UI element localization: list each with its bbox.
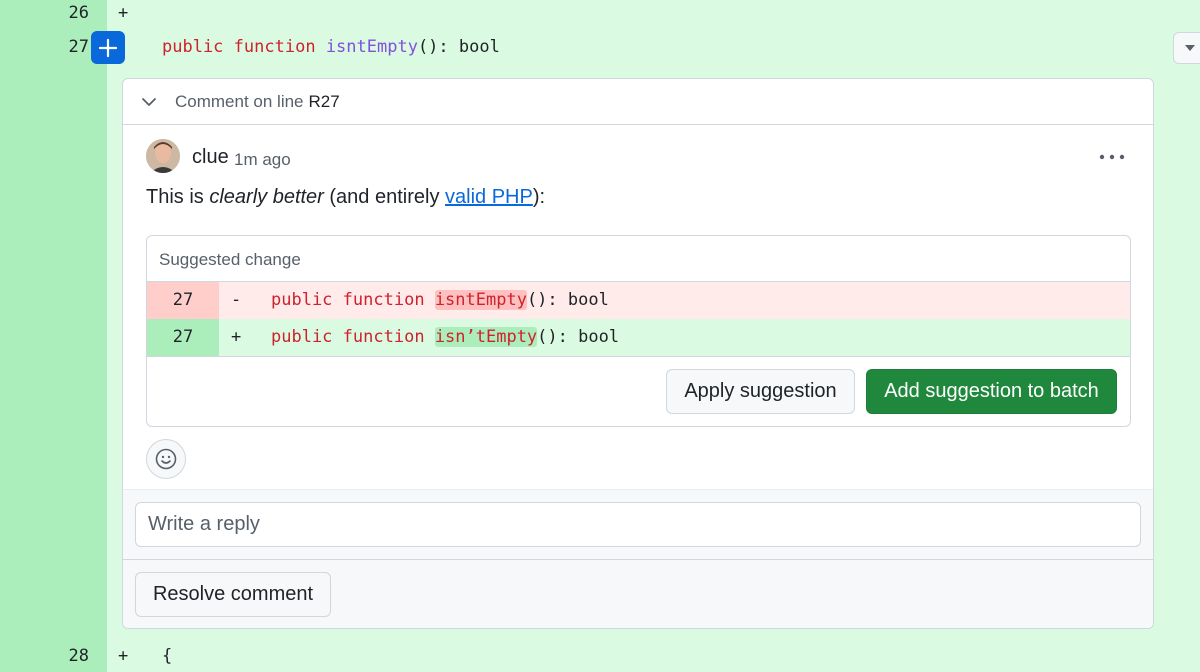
comment-timestamp[interactable]: 1m ago xyxy=(234,150,291,170)
thread-header-label: Comment on line xyxy=(175,91,304,111)
diff-line-27: 27 public function isntEmpty(): bool xyxy=(0,29,1200,65)
diff-marker: + xyxy=(231,327,242,347)
plus-icon xyxy=(98,38,118,57)
reply-area: Resolve comment xyxy=(123,489,1153,628)
code-content: public function isntEmpty(): bool xyxy=(271,290,609,310)
suggested-change-title: Suggested change xyxy=(159,250,301,269)
comment-body: This is clearly better (and entirely val… xyxy=(146,186,546,208)
suggestion-removed-line: 27 - public function isntEmpty(): bool xyxy=(147,282,1130,319)
line-number[interactable]: 26 xyxy=(0,0,89,31)
line-number: 27 xyxy=(147,282,219,319)
diff-gutter xyxy=(0,0,107,672)
valid-php-link[interactable]: valid PHP xyxy=(445,186,533,208)
comment-author[interactable]: clue xyxy=(192,146,229,169)
line-number: 27 xyxy=(147,319,219,356)
line-number[interactable]: 27 xyxy=(0,29,89,65)
reply-input[interactable] xyxy=(135,502,1141,547)
line-number[interactable]: 28 xyxy=(0,638,89,672)
suggested-change-box: Suggested change 27 - public function is… xyxy=(146,235,1131,427)
add-reaction-button[interactable] xyxy=(146,439,186,479)
apply-suggestion-button[interactable]: Apply suggestion xyxy=(666,369,855,414)
diff-marker: - xyxy=(231,290,242,310)
diff-marker: + xyxy=(118,3,129,23)
avatar-image xyxy=(146,139,180,173)
smiley-icon xyxy=(155,448,177,470)
code-content: { xyxy=(162,646,173,666)
chevron-down-icon[interactable] xyxy=(141,94,157,110)
triangle-down-icon xyxy=(1185,45,1195,51)
diff-marker: + xyxy=(118,646,129,666)
divider xyxy=(147,356,1130,357)
review-comment-thread: Comment on line R27 clue 1m ago This is … xyxy=(122,78,1154,629)
avatar[interactable] xyxy=(146,139,180,173)
line-reference: R27 xyxy=(308,91,340,111)
code-content: public function isn’tEmpty(): bool xyxy=(271,327,620,347)
diff-line-28: 28 + { xyxy=(0,638,1200,672)
add-suggestion-to-batch-button[interactable]: Add suggestion to batch xyxy=(866,369,1117,414)
code-content: public function isntEmpty(): bool xyxy=(162,37,500,57)
emphasis-text: clearly better xyxy=(209,186,324,208)
thread-header[interactable]: Comment on line R27 xyxy=(123,79,1153,125)
resolve-comment-button[interactable]: Resolve comment xyxy=(135,572,331,617)
file-options-button[interactable] xyxy=(1173,32,1200,64)
kebab-horizontal-icon[interactable] xyxy=(1099,153,1125,161)
diff-line-26: 26 + xyxy=(0,0,1200,31)
suggestion-added-line: 27 + public function isn’tEmpty(): bool xyxy=(147,319,1130,356)
add-comment-button[interactable] xyxy=(91,31,125,64)
divider xyxy=(123,559,1153,560)
